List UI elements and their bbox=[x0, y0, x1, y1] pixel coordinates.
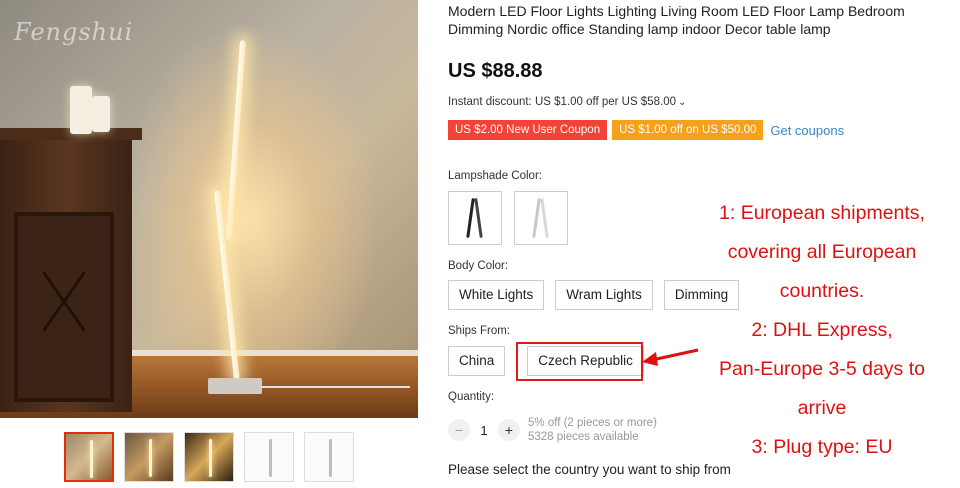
option-china[interactable]: China bbox=[448, 346, 506, 376]
annotation-line: countries. bbox=[779, 280, 865, 302]
store-coupon[interactable]: US $1.00 off on US $50.00 bbox=[612, 120, 764, 140]
quantity-stepper: − 1 + 5% off (2 pieces or more) 5328 pie… bbox=[448, 416, 657, 444]
annotation-line: 2: DHL Express, bbox=[751, 319, 893, 341]
annotation-line: covering all European bbox=[727, 241, 917, 263]
quantity-label: Quantity: bbox=[448, 391, 495, 403]
quantity-info: 5% off (2 pieces or more) 5328 pieces av… bbox=[528, 416, 657, 444]
highlight-box bbox=[516, 342, 643, 381]
brand-watermark: Fengshui bbox=[14, 18, 134, 46]
pieces-available: 5328 pieces available bbox=[528, 431, 639, 443]
lampshade-color-label: Lampshade Color: bbox=[448, 170, 542, 182]
lampshade-swatches bbox=[448, 191, 568, 245]
quantity-value[interactable]: 1 bbox=[470, 423, 498, 438]
coupon-row: US $2.00 New User Coupon US $1.00 off on… bbox=[448, 120, 844, 140]
main-product-image[interactable]: Fengshui bbox=[0, 0, 418, 418]
option-wram-lights[interactable]: Wram Lights bbox=[555, 280, 653, 310]
candle bbox=[92, 96, 110, 132]
ship-country-note: Please select the country you want to sh… bbox=[448, 462, 731, 477]
product-gallery: Fengshui bbox=[0, 0, 420, 488]
chevron-down-icon: ⌄ bbox=[678, 97, 687, 108]
body-color-label: Body Color: bbox=[448, 260, 509, 272]
product-price: US $88.88 bbox=[448, 60, 543, 82]
annotation-line: 3: Plug type: EU bbox=[751, 436, 893, 458]
thumbnail-4[interactable] bbox=[244, 432, 294, 482]
wall-glow bbox=[120, 20, 380, 380]
quantity-plus-button[interactable]: + bbox=[498, 419, 520, 441]
quantity-minus-button[interactable]: − bbox=[448, 419, 470, 441]
lamp-cable bbox=[260, 386, 410, 388]
thumbnail-3[interactable] bbox=[184, 432, 234, 482]
instant-discount[interactable]: Instant discount: US $1.00 off per US $5… bbox=[448, 96, 686, 108]
ships-from-label: Ships From: bbox=[448, 325, 510, 337]
new-user-coupon[interactable]: US $2.00 New User Coupon bbox=[448, 120, 608, 140]
thumbnail-5[interactable] bbox=[304, 432, 354, 482]
thumbnail-2[interactable] bbox=[124, 432, 174, 482]
annotation-line: arrive bbox=[797, 397, 847, 419]
bulk-discount-note: 5% off (2 pieces or more) bbox=[528, 417, 657, 429]
swatch-silver-lamp[interactable] bbox=[514, 191, 568, 245]
cabinet-door-panel bbox=[14, 212, 114, 402]
annotation-line: Pan-Europe 3-5 days to bbox=[719, 358, 925, 380]
lamp-base bbox=[208, 378, 262, 394]
shipping-annotation: 1: European shipments, covering all Euro… bbox=[690, 194, 954, 467]
thumbnail-1[interactable] bbox=[64, 432, 114, 482]
swatch-black-lamp[interactable] bbox=[448, 191, 502, 245]
thumbnail-strip bbox=[64, 432, 354, 482]
get-coupons-link[interactable]: Get coupons bbox=[770, 123, 844, 138]
candle bbox=[70, 86, 92, 134]
option-white-lights[interactable]: White Lights bbox=[448, 280, 545, 310]
product-title: Modern LED Floor Lights Lighting Living … bbox=[448, 3, 905, 37]
annotation-line: 1: European shipments, bbox=[719, 202, 925, 224]
instant-discount-text: Instant discount: US $1.00 off per US $5… bbox=[448, 96, 677, 108]
